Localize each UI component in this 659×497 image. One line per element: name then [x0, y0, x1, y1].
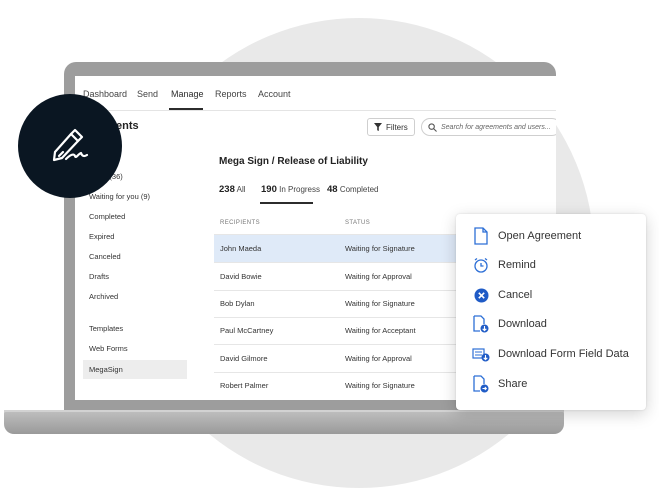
menu-item-cancel[interactable]: Cancel — [472, 284, 642, 306]
download-document-icon — [472, 315, 490, 333]
sidebar-item-waiting[interactable]: Waiting for you (9) — [89, 192, 150, 201]
filter-icon — [374, 123, 382, 131]
nav-active-indicator — [169, 108, 203, 110]
alarm-clock-icon — [472, 256, 490, 274]
menu-item-label: Download — [498, 318, 547, 330]
sidebar-item-expired[interactable]: Expired — [89, 232, 114, 241]
tab-in-progress-label: In Progress — [279, 185, 320, 194]
menu-item-label: Share — [498, 378, 528, 390]
content-title: Mega Sign / Release of Liability — [219, 156, 368, 167]
menu-item-label: Download Form Field Data — [498, 348, 629, 360]
top-navigation: Dashboard Send Manage Reports Account — [75, 76, 556, 111]
menu-item-share[interactable]: Share — [472, 373, 642, 395]
menu-item-label: Cancel — [498, 289, 533, 301]
tab-in-progress-count: 190 — [261, 184, 277, 195]
recipient-status: Waiting for Approval — [345, 272, 412, 281]
filters-label: Filters — [386, 122, 408, 132]
download-data-icon — [472, 345, 490, 363]
recipient-name: John Maeda — [220, 244, 262, 253]
laptop-base — [4, 412, 564, 434]
nav-manage[interactable]: Manage — [171, 89, 204, 99]
nav-account[interactable]: Account — [258, 89, 291, 99]
recipient-name: Bob Dylan — [220, 299, 255, 308]
tab-all-count: 238 — [219, 184, 235, 195]
column-header-status: STATUS — [345, 220, 371, 226]
recipient-status: Waiting for Signature — [345, 299, 415, 308]
column-header-recipients: RECIPIENTS — [220, 220, 261, 226]
nav-send[interactable]: Send — [137, 89, 158, 99]
search-input[interactable]: Search for agreements and users... — [421, 118, 556, 136]
document-icon — [472, 227, 490, 245]
sidebar-item-drafts[interactable]: Drafts — [89, 272, 109, 281]
filters-button[interactable]: Filters — [367, 118, 415, 136]
recipient-status: Waiting for Signature — [345, 381, 415, 390]
menu-item-remind[interactable]: Remind — [472, 254, 642, 276]
sidebar-item-canceled[interactable]: Canceled — [89, 252, 121, 261]
tab-completed-label: Completed — [339, 185, 379, 194]
sidebar-item-templates[interactable]: Templates — [89, 324, 123, 333]
tab-in-progress[interactable]: 190 In Progress — [261, 184, 320, 195]
recipient-status: Waiting for Signature — [345, 244, 415, 253]
cancel-circle-icon — [472, 286, 490, 304]
menu-item-open-agreement[interactable]: Open Agreement — [472, 225, 642, 247]
recipient-name: Paul McCartney — [220, 326, 274, 335]
sidebar-item-megasign[interactable]: MegaSign — [83, 360, 187, 379]
search-icon — [428, 122, 437, 132]
sidebar-item-archived[interactable]: Archived — [89, 292, 118, 301]
tab-completed[interactable]: 48 Completed — [327, 184, 379, 195]
recipient-name: Robert Palmer — [220, 381, 269, 390]
menu-item-label: Open Agreement — [498, 230, 582, 242]
tab-all[interactable]: 238 All — [219, 184, 246, 195]
signature-pen-icon — [52, 128, 89, 162]
signature-badge — [18, 94, 122, 198]
sidebar-item-completed[interactable]: Completed — [89, 212, 125, 221]
sidebar-item-web-forms[interactable]: Web Forms — [89, 344, 128, 353]
search-placeholder: Search for agreements and users... — [441, 123, 551, 131]
recipient-name: David Bowie — [220, 272, 262, 281]
recipient-status: Waiting for Approval — [345, 354, 412, 363]
share-document-icon — [472, 375, 490, 393]
tab-all-label: All — [236, 185, 246, 194]
recipient-status: Waiting for Acceptant — [345, 326, 416, 335]
menu-item-label: Remind — [498, 259, 536, 271]
menu-item-download[interactable]: Download — [472, 313, 642, 335]
nav-reports[interactable]: Reports — [215, 89, 247, 99]
tab-active-indicator — [260, 202, 313, 204]
tab-completed-count: 48 — [327, 184, 338, 195]
context-menu: Open Agreement Remind Cancel Download Do… — [456, 214, 646, 410]
menu-item-download-form-field-data[interactable]: Download Form Field Data — [472, 343, 642, 365]
recipient-name: David Gilmore — [220, 354, 268, 363]
